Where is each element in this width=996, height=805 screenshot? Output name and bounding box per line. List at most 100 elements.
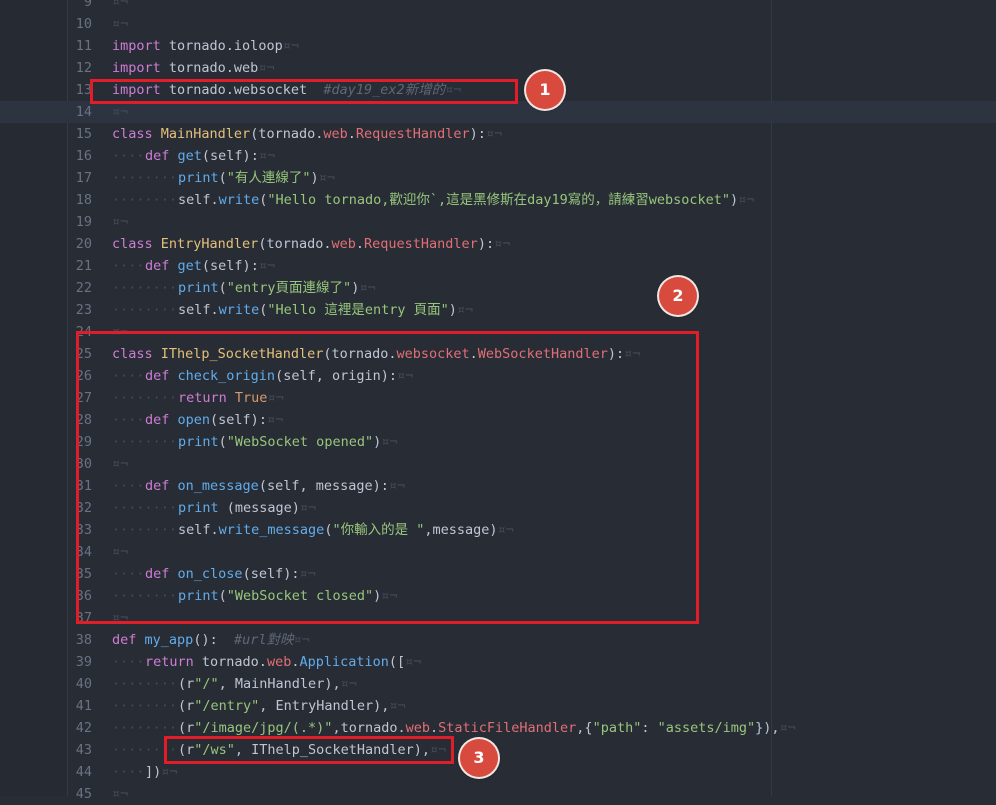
code-token: return: [145, 654, 194, 670]
eol-marker-icon: ¤¬: [161, 764, 178, 780]
code-token: "entry頁面連線了": [226, 280, 352, 296]
line-number: 22: [75, 280, 92, 296]
highlight-box-ws-route: [164, 736, 454, 764]
code-token: print: [178, 170, 219, 186]
code-line[interactable]: 42 ········ (r"/image/jpg/(.*)",tornado.we…: [0, 717, 996, 739]
indent-guide: ········: [112, 676, 178, 692]
code-line[interactable]: 44 ····])¤¬: [0, 761, 996, 783]
line-number: 40: [75, 676, 92, 692]
annotation-badge-3: 3: [460, 739, 498, 777]
code-token: import: [112, 60, 161, 76]
code-token: "有人連線了": [226, 170, 311, 186]
code-text: ¤¬: [112, 101, 128, 123]
line-number: 18: [75, 192, 92, 208]
code-token: "/": [194, 676, 219, 692]
code-text: ···· return tornado.web.Application([¤¬: [112, 651, 422, 673]
code-token: ): [310, 170, 319, 186]
code-token: def: [145, 258, 170, 274]
code-line[interactable]: 19 ¤¬: [0, 211, 996, 233]
line-number: 39: [75, 654, 92, 670]
code-text: ········ (r"/entry", EntryHandler),¤¬: [112, 695, 406, 717]
code-token: ([: [388, 654, 406, 670]
code-text: import tornado.ioloop¤¬: [112, 35, 299, 57]
code-token: MainHandler: [160, 126, 251, 142]
eol-marker-icon: ¤¬: [258, 148, 276, 164]
code-text: def my_app(): #url對映¤¬: [112, 629, 310, 651]
code-line[interactable]: 45 ¤¬: [0, 783, 996, 805]
code-line[interactable]: 41 ········ (r"/entry", EntryHandler),¤¬: [0, 695, 996, 717]
code-token: web: [405, 720, 430, 736]
code-line[interactable]: 21 ···· def get(self):¤¬: [0, 255, 996, 277]
code-line[interactable]: 20 class EntryHandler(tornado.web.Request…: [0, 233, 996, 255]
code-token: EntryHandler: [160, 236, 259, 252]
code-line[interactable]: 10 ¤¬: [0, 13, 996, 35]
code-line[interactable]: 18 ········ self.write("Hello tornado,歡迎你`…: [0, 189, 996, 211]
line-number: 42: [75, 720, 92, 736]
code-text: ¤¬: [112, 783, 128, 805]
code-token: (r: [178, 720, 195, 736]
code-line[interactable]: 22 ········ print("entry頁面連線了")¤¬: [0, 277, 996, 299]
code-token: "Hello 這裡是entry 頁面": [267, 302, 449, 318]
annotation-badge-2: 2: [659, 277, 697, 315]
code-token: get: [177, 148, 202, 164]
eol-marker-icon: ¤¬: [282, 38, 299, 54]
code-token: class: [112, 236, 153, 252]
indent-guide: ········: [112, 698, 178, 714]
line-number: 38: [75, 632, 92, 648]
eol-marker-icon: ¤¬: [293, 632, 310, 648]
code-token: "/image/jpg/(.*)": [194, 720, 333, 736]
code-token: (tornado.: [258, 236, 332, 252]
line-number: 44: [75, 764, 92, 780]
line-number: 19: [75, 214, 92, 230]
code-line[interactable]: 15 class MainHandler(tornado.web.RequestH…: [0, 123, 996, 145]
code-line[interactable]: 40 ········ (r"/", MainHandler),¤¬: [0, 673, 996, 695]
code-token: (self):: [201, 148, 259, 164]
line-number: 20: [75, 236, 92, 252]
annotation-badge-1: 1: [526, 71, 564, 109]
line-number: 15: [75, 126, 92, 142]
eol-marker-icon: ¤¬: [389, 698, 406, 714]
indent-guide: ········: [112, 192, 178, 208]
eol-marker-icon: ¤¬: [456, 302, 474, 318]
code-token: ): [730, 192, 739, 208]
code-text: ········ print("entry頁面連線了")¤¬: [112, 277, 376, 299]
code-token: StaticFileHandler: [438, 720, 577, 736]
eol-marker-icon: ¤¬: [405, 654, 422, 670]
eol-marker-icon: ¤¬: [340, 676, 357, 692]
code-text: ···· def get(self):¤¬: [112, 255, 275, 277]
code-line[interactable]: 39 ···· return tornado.web.Application([¤¬: [0, 651, 996, 673]
code-token: write: [218, 302, 260, 318]
indent-guide: ····: [112, 148, 145, 164]
code-text: ¤¬: [112, 211, 128, 233]
code-text: ····])¤¬: [112, 761, 178, 783]
indent-guide: ········: [112, 280, 178, 296]
code-token: web: [331, 236, 356, 252]
code-line[interactable]: 38 def my_app(): #url對映¤¬: [0, 629, 996, 651]
code-token: Application: [299, 654, 389, 670]
code-line[interactable]: 43 ········ (r"/ws", IThelp_SocketHandler)…: [0, 739, 996, 761]
code-token: .: [355, 236, 365, 252]
code-token: web: [266, 654, 292, 670]
code-line[interactable]: 14 ¤¬: [0, 101, 996, 123]
code-text: class MainHandler(tornado.web.RequestHan…: [112, 123, 502, 145]
code-line[interactable]: 16 ···· def get(self):¤¬: [0, 145, 996, 167]
line-number: 43: [75, 742, 92, 758]
code-line[interactable]: 23 ········ self.write("Hello 這裡是entry 頁面"…: [0, 299, 996, 321]
code-line[interactable]: 12 import tornado.web¤¬: [0, 57, 996, 79]
eol-marker-icon: ¤¬: [112, 786, 129, 802]
indent-guide: ········: [112, 170, 178, 186]
line-number: 17: [75, 170, 92, 186]
eol-marker-icon: ¤¬: [738, 192, 755, 208]
code-token: ]): [145, 764, 162, 780]
code-token: import: [112, 38, 161, 54]
code-token: RequestHandler: [355, 126, 470, 142]
code-line[interactable]: 9 ¤¬: [0, 0, 996, 13]
line-number: 23: [75, 302, 92, 318]
line-number: 16: [75, 148, 92, 164]
code-token: "/entry": [194, 698, 260, 714]
code-token: web: [323, 126, 348, 142]
code-line[interactable]: 11 import tornado.ioloop¤¬: [0, 35, 996, 57]
code-token: , MainHandler),: [218, 676, 341, 692]
code-line[interactable]: 17 ········ print("有人連線了")¤¬: [0, 167, 996, 189]
